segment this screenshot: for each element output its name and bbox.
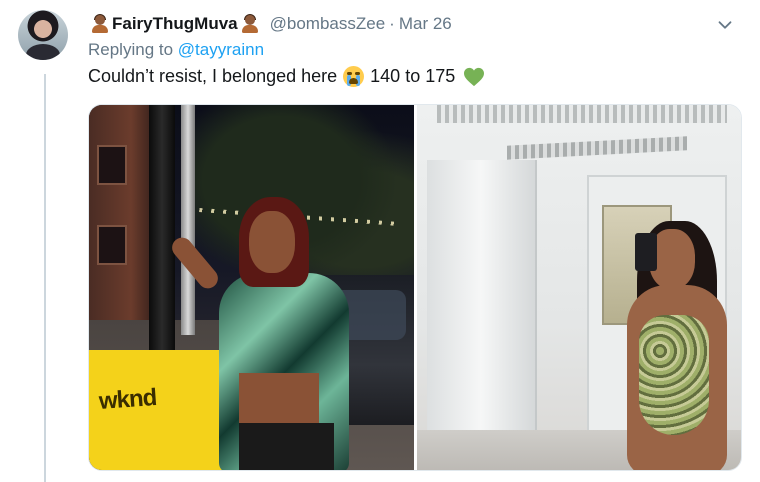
ceiling-vent (436, 105, 727, 123)
user-handle[interactable]: @bombassZee (270, 14, 386, 34)
person-emoji-icon (241, 14, 259, 33)
yellow-newspaper-box: wknd (89, 350, 229, 470)
chevron-down-icon[interactable] (714, 14, 736, 36)
replying-to-label: Replying to (88, 40, 178, 59)
reply-mention-link[interactable]: @tayyrainn (178, 40, 264, 59)
replying-to: Replying to @tayyrainn (88, 40, 264, 60)
avatar[interactable] (18, 10, 68, 60)
person-face (249, 211, 295, 273)
green-heart-icon (464, 67, 485, 86)
newspaper-box-label: wknd (98, 384, 158, 415)
tweet-header: FairyThugMuva @bombassZee · Mar 26 (88, 12, 740, 36)
display-name[interactable]: FairyThugMuva (112, 14, 238, 34)
separator-dot: · (389, 14, 395, 33)
tweet-date[interactable]: Mar 26 (399, 14, 452, 34)
light-pole (181, 105, 195, 335)
tweet-text-part1: Couldn’t resist, I belonged here (88, 66, 338, 86)
person-pants (239, 423, 334, 470)
person-swimsuit (638, 315, 709, 435)
thread-line (44, 74, 46, 482)
person-emoji-icon (91, 14, 109, 33)
person-waist (239, 373, 319, 423)
media-grid: wknd (88, 104, 742, 471)
phone (634, 233, 657, 271)
tweet-text-part2: 140 to 175 (370, 66, 456, 86)
photo-right[interactable] (416, 105, 741, 470)
ceiling-vent-reflection (506, 136, 687, 160)
photo-left[interactable]: wknd (89, 105, 414, 470)
avatar-shoulders (26, 44, 60, 60)
loudly-crying-face-icon (343, 66, 365, 87)
tweet-text: Couldn’t resist, I belonged here 140 to … (88, 66, 485, 87)
mirror-frame (426, 160, 537, 470)
building-window (97, 145, 127, 185)
building-window (97, 225, 127, 265)
